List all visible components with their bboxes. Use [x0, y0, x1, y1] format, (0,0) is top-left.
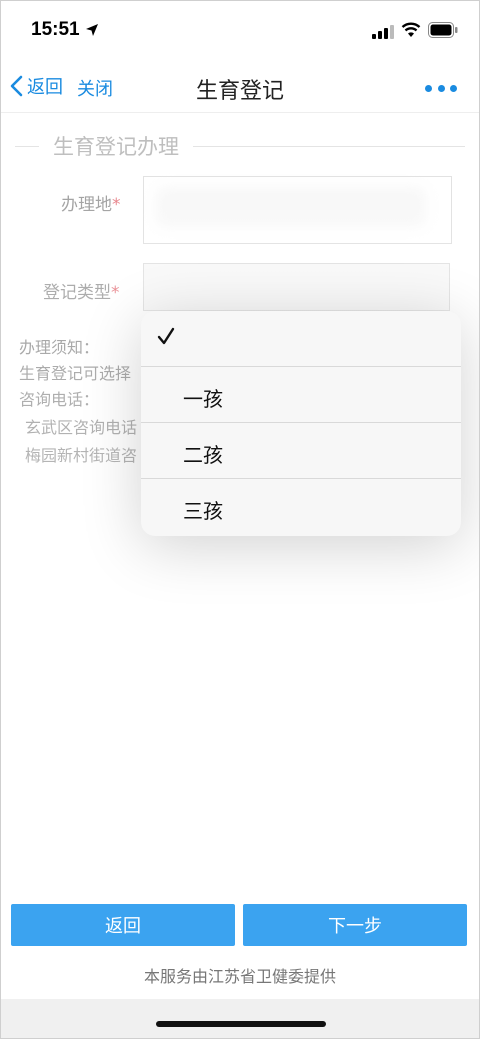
- wifi-icon: [401, 22, 421, 37]
- checkmark-icon: [157, 327, 175, 345]
- type-dropdown-menu: 一孩 二孩 三孩: [141, 311, 461, 536]
- close-link[interactable]: 关闭: [77, 75, 113, 101]
- battery-icon: [428, 22, 458, 38]
- section-header: 生育登记办理: [15, 132, 465, 160]
- home-bar-area: [1, 999, 479, 1038]
- dropdown-option-label: 二孩: [183, 443, 223, 467]
- notice-text: 生育登记可选择: [19, 364, 132, 383]
- more-dots-icon[interactable]: [425, 83, 457, 93]
- notice-phone-line: 玄武区咨询电话: [25, 418, 138, 437]
- notice-phone-heading: 咨询电话：: [19, 390, 100, 409]
- back-link-label: 返回: [27, 77, 63, 98]
- status-time: 15:51: [31, 19, 80, 40]
- back-link[interactable]: 返回: [9, 73, 63, 99]
- dropdown-option-label: 三孩: [183, 499, 223, 523]
- page-title: 生育登记: [195, 79, 284, 104]
- next-step-button[interactable]: 下一步: [243, 904, 467, 946]
- divider: [193, 145, 465, 147]
- back-button[interactable]: 返回: [11, 904, 235, 946]
- type-select[interactable]: [143, 263, 450, 311]
- footer-text: 本服务由江苏省卫健委提供: [143, 967, 336, 986]
- dropdown-option-first-child[interactable]: 一孩: [141, 367, 461, 423]
- location-arrow-icon: [86, 24, 98, 36]
- location-label: 办理地*: [61, 195, 121, 215]
- nav-bar: 返回 关闭 生育登记: [1, 61, 479, 113]
- redacted-value: [156, 187, 426, 227]
- location-field[interactable]: [143, 176, 452, 244]
- status-bar: 15:51: [1, 1, 479, 61]
- chevron-left-icon: [10, 75, 23, 97]
- notice-phone-line: 梅园新村街道咨: [25, 446, 138, 465]
- home-indicator[interactable]: [156, 1021, 326, 1027]
- type-label: 登记类型*: [43, 283, 120, 303]
- notice-heading: 办理须知：: [19, 338, 100, 357]
- dropdown-option-empty[interactable]: [141, 311, 461, 367]
- dropdown-option-second-child[interactable]: 二孩: [141, 423, 461, 479]
- signal-icon: [372, 25, 394, 39]
- section-title: 生育登记办理: [53, 135, 179, 159]
- dropdown-option-third-child[interactable]: 三孩: [141, 479, 461, 535]
- dropdown-option-label: 一孩: [183, 387, 223, 411]
- divider: [15, 145, 39, 147]
- app-frame: 15:51 返回 关闭 生育登记 生育登记办理 办理地* 登记类型* 办理须知：…: [0, 0, 480, 1039]
